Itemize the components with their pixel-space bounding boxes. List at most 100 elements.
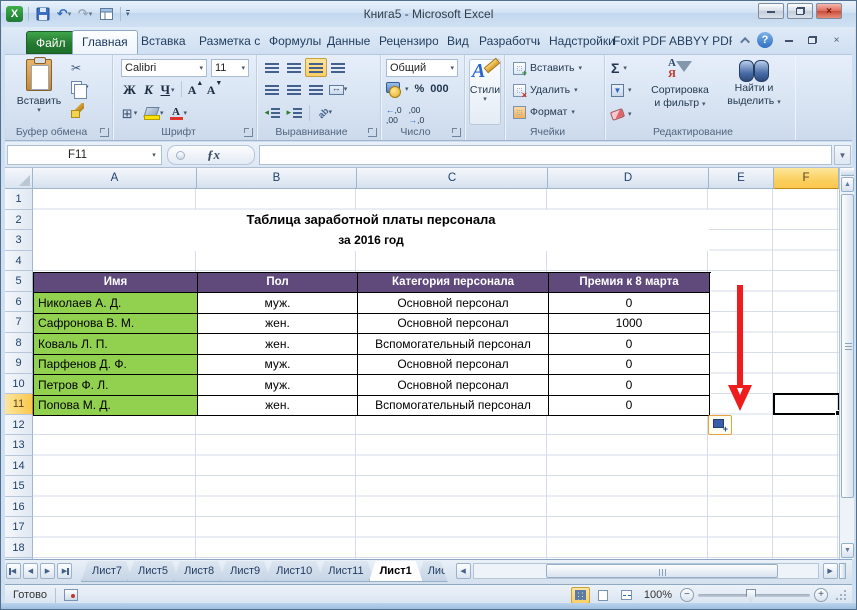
bold-button[interactable]: Ж xyxy=(121,81,138,99)
increase-indent-button[interactable] xyxy=(283,103,305,122)
row-header-6[interactable]: 6 xyxy=(5,291,33,312)
table-cell[interactable]: 0 xyxy=(549,395,710,416)
touch-mode-button[interactable] xyxy=(97,6,115,23)
select-all-button[interactable] xyxy=(5,168,33,189)
minimize-button[interactable] xyxy=(758,3,784,19)
table-cell[interactable]: Вспомогательный персонал xyxy=(358,395,549,416)
next-sheet-button[interactable]: ▶ xyxy=(40,563,55,579)
expand-formula-bar-button[interactable]: ▼ xyxy=(834,145,851,165)
row-header-7[interactable]: 7 xyxy=(5,312,33,333)
number-format-select[interactable]: Общий ▾ xyxy=(386,59,458,77)
workbook-restore-button[interactable] xyxy=(804,33,821,47)
table-cell[interactable]: жен. xyxy=(198,334,358,355)
format-painter-button[interactable] xyxy=(71,103,84,118)
delete-cells-button[interactable]: Удалить▾ xyxy=(513,81,578,100)
sheet-tab-list7[interactable]: Лист7 xyxy=(81,561,133,582)
autofill-options-button[interactable] xyxy=(708,415,732,435)
scroll-up-button[interactable]: ▲ xyxy=(841,177,854,192)
font-color-button[interactable]: А ▾ xyxy=(169,104,187,122)
fill-button[interactable]: ▼ ▾ xyxy=(611,81,632,99)
page-break-view-button[interactable] xyxy=(617,587,636,604)
row-header-2[interactable]: 2 xyxy=(5,209,33,230)
decrease-decimal-button[interactable]: ,00 →,0 xyxy=(409,105,425,125)
undo-button[interactable]: ↶ ▾ xyxy=(55,6,73,23)
sheet-tab-list8[interactable]: Лист8 xyxy=(173,561,225,582)
align-middle-button[interactable] xyxy=(283,58,305,77)
row-header-14[interactable]: 14 xyxy=(5,455,33,476)
name-box[interactable]: F11 ▾ xyxy=(7,145,162,165)
sheet-tab-list5[interactable]: Лист5 xyxy=(127,561,179,582)
col-header-e[interactable]: E xyxy=(709,168,774,189)
horizontal-scrollbar[interactable] xyxy=(472,563,819,579)
row-header-1[interactable]: 1 xyxy=(5,189,33,210)
name-box-resize-handle[interactable] xyxy=(176,150,185,160)
col-header-d[interactable]: D xyxy=(548,168,709,189)
align-right-button[interactable] xyxy=(305,80,327,99)
hscroll-left-button[interactable]: ◀ xyxy=(455,563,471,579)
row-header-18[interactable]: 18 xyxy=(5,537,33,558)
table-cell[interactable]: жен. xyxy=(198,395,358,416)
normal-view-button[interactable] xyxy=(570,586,590,604)
table-cell[interactable]: муж. xyxy=(198,375,358,396)
tab-file[interactable]: Файл xyxy=(26,31,76,54)
scrollbar-split-handle[interactable] xyxy=(841,168,854,176)
borders-button[interactable]: ⊞ ▾ xyxy=(121,104,138,122)
align-top-button[interactable] xyxy=(261,58,283,77)
maximize-button[interactable] xyxy=(787,3,813,19)
first-sheet-button[interactable]: ◀ xyxy=(6,563,21,579)
table-cell[interactable]: Основной персонал xyxy=(358,375,549,396)
row-header-8[interactable]: 8 xyxy=(5,332,33,353)
row-header-10[interactable]: 10 xyxy=(5,373,33,394)
styles-button[interactable]: А Стили ▾ xyxy=(469,59,501,125)
tab-home[interactable]: Главная xyxy=(72,30,138,54)
clipboard-dialog-launcher[interactable] xyxy=(100,128,109,137)
save-button[interactable] xyxy=(34,6,52,23)
tab-splitter-handle[interactable] xyxy=(838,563,846,579)
help-button[interactable]: ? xyxy=(757,32,773,48)
record-macro-icon[interactable] xyxy=(63,589,78,601)
sort-filter-button[interactable]: АЯ Сортировка и фильтр ▾ xyxy=(645,58,715,134)
collapse-ribbon-icon[interactable] xyxy=(740,36,751,47)
grow-font-button[interactable]: А▲ xyxy=(187,79,204,99)
zoom-out-button[interactable]: − xyxy=(680,588,694,602)
customize-qat-button[interactable]: ▾ xyxy=(126,10,130,18)
table-cell[interactable]: 1000 xyxy=(549,313,710,334)
increase-decimal-button[interactable]: ←,0,00 xyxy=(386,105,402,125)
font-size-select[interactable]: 11 ▾ xyxy=(211,59,249,77)
table-cell[interactable]: Вспомогательный персонал xyxy=(358,334,549,355)
workbook-minimize-button[interactable] xyxy=(780,33,797,47)
sheet-tab-list9[interactable]: Лист9 xyxy=(219,561,271,582)
tab-abbyy-pdf[interactable]: ABBYY PDF 1 xyxy=(660,30,732,54)
table-cell[interactable]: Основной персонал xyxy=(358,313,549,334)
table-header-cell[interactable]: Имя xyxy=(34,272,198,293)
shrink-font-button[interactable]: А▼ xyxy=(206,79,223,99)
cut-button[interactable]: ✂ xyxy=(71,61,81,75)
table-cell[interactable]: 0 xyxy=(549,375,710,396)
hscroll-right-button[interactable]: ▶ xyxy=(822,563,838,579)
vertical-scroll-thumb[interactable] xyxy=(841,194,854,498)
align-bottom-button[interactable] xyxy=(305,58,327,77)
row-header-13[interactable]: 13 xyxy=(5,435,33,456)
col-header-a[interactable]: A xyxy=(33,168,197,189)
scroll-down-button[interactable]: ▼ xyxy=(841,543,854,558)
table-cell[interactable]: Сафронова В. М. xyxy=(34,313,198,334)
wrap-text-button[interactable] xyxy=(327,58,349,77)
table-header-cell[interactable]: Категория персонала xyxy=(358,272,549,293)
percent-style-button[interactable]: % xyxy=(415,83,425,95)
sheet-tab-list10[interactable]: Лист10 xyxy=(265,561,323,582)
align-center-button[interactable] xyxy=(283,80,305,99)
tab-insert[interactable]: Вставка xyxy=(132,30,195,54)
table-cell[interactable]: Попова М. Д. xyxy=(34,395,198,416)
active-cell-f11[interactable] xyxy=(773,393,841,416)
merge-center-button[interactable]: ▾ xyxy=(327,80,349,99)
row-header-12[interactable]: 12 xyxy=(5,414,33,435)
format-cells-button[interactable]: Формат ▾ xyxy=(513,103,575,121)
resize-grip[interactable] xyxy=(836,590,846,600)
row-header-5[interactable]: 5 xyxy=(5,271,33,292)
row-header-16[interactable]: 16 xyxy=(5,496,33,517)
table-cell[interactable]: 0 xyxy=(549,334,710,355)
row-header-3[interactable]: 3 xyxy=(5,230,33,251)
autosum-button[interactable]: Σ ▾ xyxy=(611,59,627,77)
table-header-cell[interactable]: Премия к 8 марта xyxy=(549,272,710,293)
accounting-format-button[interactable]: ▾ xyxy=(386,82,409,98)
